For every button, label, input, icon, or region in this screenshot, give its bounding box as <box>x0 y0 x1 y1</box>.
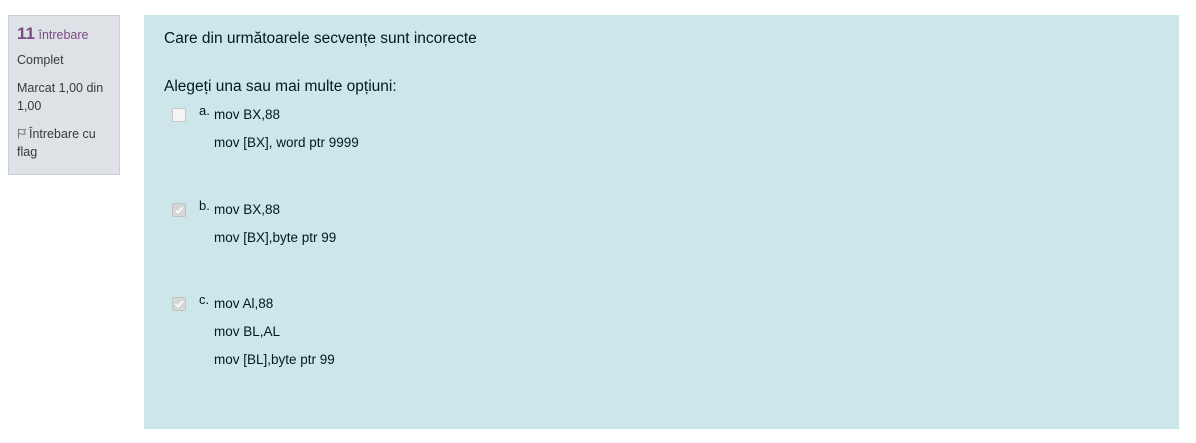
answer-letter-a: a. <box>199 103 210 118</box>
answer-letter-b: b. <box>199 198 210 213</box>
flag-question-label: Întrebare cu flag <box>17 127 96 159</box>
question-number-value: 11 <box>17 24 35 43</box>
answer-line: mov BX,88 <box>214 107 281 122</box>
answer-checkbox-c[interactable] <box>172 297 186 311</box>
checkmark-icon <box>174 300 184 308</box>
answer-text-b: mov BX,88 mov [BX],byte ptr 99 <box>214 203 336 259</box>
answer-text-c: mov Al,88 mov BL,AL mov [BL],byte ptr 99 <box>214 297 335 381</box>
answer-prompt: Alegeți una sau mai multe opțiuni: <box>164 78 397 95</box>
answer-checkbox-a[interactable] <box>172 108 186 122</box>
question-info-panel: 11 întrebare Complet Marcat 1,00 din 1,0… <box>8 15 120 175</box>
question-number: 11 întrebare <box>17 24 111 45</box>
checkmark-icon <box>174 206 184 214</box>
flag-question-link[interactable]: Întrebare cu flag <box>17 125 111 161</box>
answer-line: mov BL,AL <box>214 324 281 339</box>
answer-line: mov Al,88 <box>214 296 274 311</box>
answer-checkbox-b[interactable] <box>172 203 186 217</box>
answer-line: mov [BL],byte ptr 99 <box>214 352 335 367</box>
question-text: Care din următoarele secvențe sunt incor… <box>164 30 477 47</box>
answer-line: mov [BX], word ptr 9999 <box>214 135 359 150</box>
answer-letter-c: c. <box>199 292 210 307</box>
question-state: Complet <box>17 53 64 67</box>
question-grade: Marcat 1,00 din 1,00 <box>17 81 104 113</box>
question-content: Care din următoarele secvențe sunt incor… <box>144 15 1179 429</box>
answer-text-a: mov BX,88 mov [BX], word ptr 9999 <box>214 108 359 164</box>
answer-line: mov [BX],byte ptr 99 <box>214 230 337 245</box>
quiz-page: 11 întrebare Complet Marcat 1,00 din 1,0… <box>0 0 1196 443</box>
flag-outline-icon <box>17 126 27 139</box>
question-number-label: întrebare <box>38 28 89 42</box>
answer-line: mov BX,88 <box>214 202 281 217</box>
